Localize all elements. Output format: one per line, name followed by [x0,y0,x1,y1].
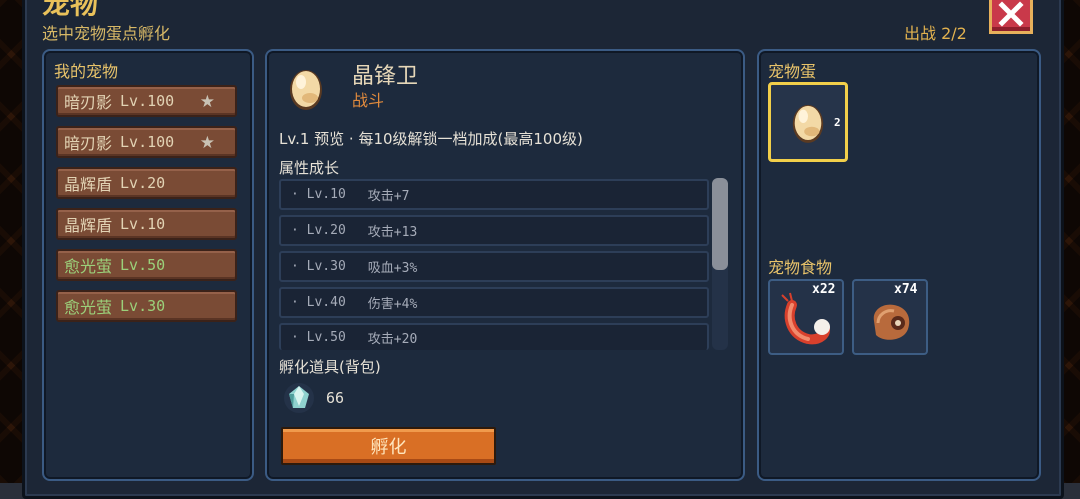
egg-icon [290,70,322,110]
stat-row: · Lv.40 伤害+4% [279,287,709,318]
pet-name: 暗刃影 [64,93,113,112]
stat-level: · Lv.50 [291,330,346,345]
stat-row: · Lv.20 攻击+13 [279,215,709,246]
stats-scrollbar-thumb[interactable] [712,178,728,270]
star-icon: ★ [199,92,215,112]
stat-attr: 吸血+3% [367,261,418,276]
pet-item[interactable]: 暗刃影 Lv.100 ★ [56,126,237,158]
level-preview-line: Lv.1 预览 · 每10级解锁一档加成(最高100级) [279,130,583,148]
stat-row: · Lv.50 攻击+20 [279,323,709,350]
pet-level: Lv.10 [120,215,166,233]
growth-title: 属性成长 [279,159,340,177]
pet-name: 晶辉盾 [64,216,113,235]
pet-item[interactable]: 晶辉盾 Lv.20 [56,167,237,199]
stat-level: · Lv.40 [291,295,346,310]
pet-item[interactable]: 愈光萤 Lv.50 [56,249,237,281]
pet-detail-name: 晶锋卫 [352,64,419,89]
window-subtitle: 选中宠物蛋点孵化 [42,24,171,43]
food-count: x22 [812,282,836,297]
my-pets-title: 我的宠物 [54,62,119,81]
pet-level: Lv.100 [120,133,175,151]
pet-detail-type: 战斗 [352,91,385,110]
stat-level: · Lv.20 [291,223,346,238]
pet-name: 愈光萤 [64,298,113,317]
window-title: 宠物 [42,0,99,20]
stat-row: · Lv.10 攻击+7 [279,179,709,210]
hatch-items-title: 孵化道具(背包) [279,358,381,376]
pet-level: Lv.20 [120,174,166,192]
star-icon: ★ [199,133,215,153]
pet-item[interactable]: 愈光萤 Lv.30 [56,290,237,322]
food-count: x74 [894,282,918,297]
pet-name: 暗刃影 [64,134,113,153]
stat-level: · Lv.10 [291,187,346,202]
hatch-button[interactable]: 孵化 [281,427,496,465]
stat-attr: 攻击+7 [367,189,410,204]
egg-count: 2 [834,116,841,129]
stat-attr: 伤害+4% [367,297,418,312]
egg-icon [792,104,824,143]
crystal-icon [284,383,314,413]
pet-item[interactable]: 暗刃影 Lv.100 ★ [56,85,237,117]
pet-item[interactable]: 晶辉盾 Lv.10 [56,208,237,240]
food-title: 宠物食物 [768,258,833,277]
pet-name: 晶辉盾 [64,175,113,194]
stat-row: · Lv.30 吸血+3% [279,251,709,282]
stat-attr: 攻击+13 [367,225,418,240]
pet-level: Lv.50 [120,256,166,274]
pet-name: 愈光萤 [64,257,113,276]
pet-level: Lv.100 [120,92,175,110]
close-icon [998,1,1024,27]
hatch-item-count: 66 [326,389,345,407]
stat-level: · Lv.30 [291,259,346,274]
eggs-title: 宠物蛋 [768,62,817,81]
meat-sack-icon [873,304,910,340]
close-button[interactable] [989,0,1033,34]
pet-level: Lv.30 [120,297,166,315]
shrimp-icon [781,292,830,345]
stat-attr: 攻击+20 [367,332,418,347]
deploy-count: 出战 2/2 [904,24,967,43]
